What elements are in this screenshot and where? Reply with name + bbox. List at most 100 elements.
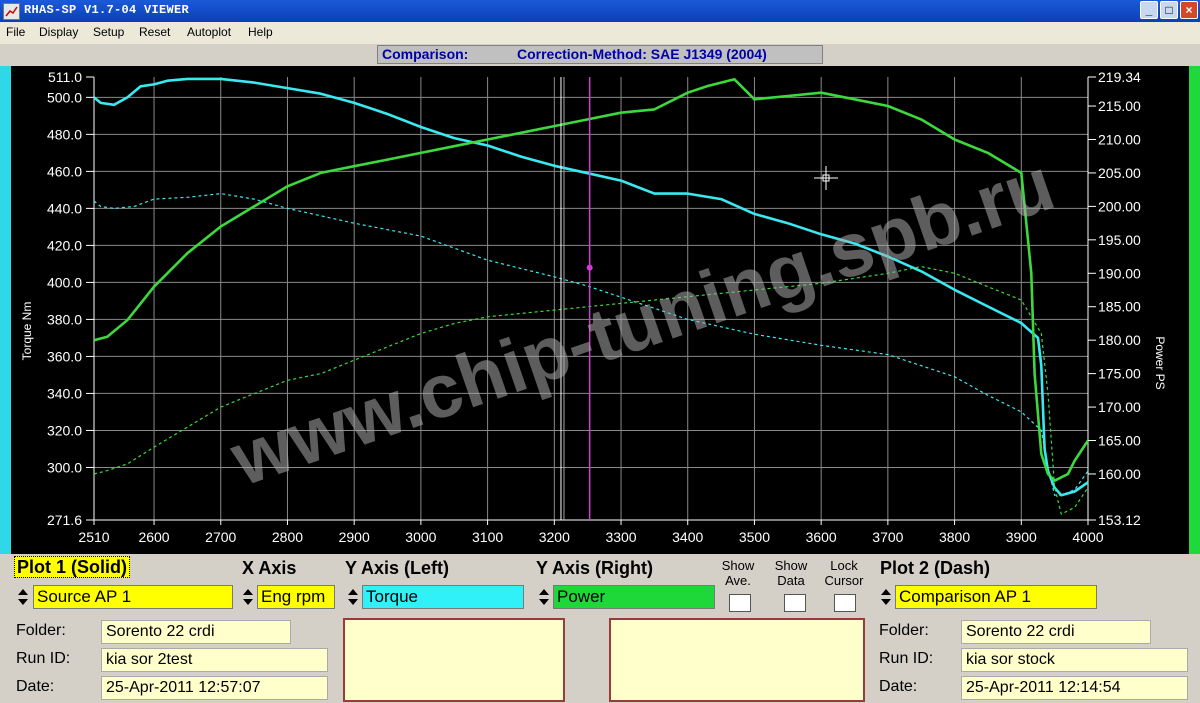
left-axis-strip bbox=[0, 66, 11, 554]
dyno-chart[interactable]: 2510 2600 2700 2800 2900 3000 3100 3200 3300 3400… bbox=[11, 66, 1189, 554]
lock-cursor-label: Lock Cursor bbox=[824, 558, 864, 588]
plot1-source-select[interactable]: Source AP 1 bbox=[33, 585, 233, 609]
x-axis-header: X Axis bbox=[242, 558, 297, 578]
x-tick-label: 3700 bbox=[872, 529, 903, 545]
y-axis-left-spinner[interactable] bbox=[345, 585, 361, 609]
plot2-spinner[interactable] bbox=[878, 585, 894, 609]
x-tick-label: 3300 bbox=[605, 529, 636, 545]
x-tick-label: 3900 bbox=[1006, 529, 1037, 545]
correction-method: Correction-Method: SAE J1349 (2004) bbox=[517, 46, 767, 62]
y-left-axis-label: Torque Nm bbox=[20, 302, 34, 361]
menu-bar: File Display Setup Reset Autoplot Help bbox=[0, 22, 1200, 44]
y-right-tick-label: 165.00 bbox=[1098, 433, 1141, 449]
x-tick-label: 2600 bbox=[138, 529, 169, 545]
x-tick-label: 3400 bbox=[672, 529, 703, 545]
x-tick-label: 3000 bbox=[405, 529, 436, 545]
menu-setup[interactable]: Setup bbox=[93, 25, 124, 39]
y-right-tick-label: 170.00 bbox=[1098, 399, 1141, 415]
plot2-runid-label: Run ID: bbox=[879, 650, 934, 667]
x-tick-label: 2700 bbox=[205, 529, 236, 545]
y-right-tick-label: 200.00 bbox=[1098, 198, 1141, 214]
plot1-notes-box[interactable] bbox=[343, 618, 565, 702]
menu-file[interactable]: File bbox=[6, 25, 25, 39]
y-left-tick-label: 360.0 bbox=[47, 348, 82, 364]
y-left-tick-label: 380.0 bbox=[47, 311, 82, 327]
y-right-tick-label: 185.00 bbox=[1098, 299, 1141, 315]
plot2-date-field[interactable]: 25-Apr-2011 12:14:54 bbox=[961, 676, 1188, 700]
close-button[interactable]: × bbox=[1180, 1, 1198, 19]
plot1-date-field[interactable]: 25-Apr-2011 12:57:07 bbox=[101, 676, 328, 700]
control-panel: Plot 1 (Solid) X Axis Y Axis (Left) Y Ax… bbox=[0, 554, 1200, 703]
plot2-folder-field[interactable]: Sorento 22 crdi bbox=[961, 620, 1151, 644]
menu-reset[interactable]: Reset bbox=[139, 25, 170, 39]
y-right-tick-label: 205.00 bbox=[1098, 165, 1141, 181]
x-axis-spinner[interactable] bbox=[240, 585, 256, 609]
y-left-tick-label: 440.0 bbox=[47, 200, 82, 216]
y-axis-right-select[interactable]: Power bbox=[553, 585, 715, 609]
y-axis-left-header: Y Axis (Left) bbox=[345, 558, 450, 578]
y-axis-right-spinner[interactable] bbox=[536, 585, 552, 609]
y-right-tick-label: 190.00 bbox=[1098, 265, 1141, 281]
marker-point bbox=[586, 264, 593, 271]
plot2-date-label: Date: bbox=[879, 678, 918, 695]
x-tick-label: 3200 bbox=[539, 529, 570, 545]
comparison-label: Comparison: bbox=[382, 46, 469, 62]
y-right-axis-label: Power PS bbox=[1153, 336, 1167, 389]
plot2-notes-box[interactable] bbox=[609, 618, 865, 702]
y-left-tick-label: 271.6 bbox=[47, 512, 82, 528]
x-tick-label: 3600 bbox=[806, 529, 837, 545]
y-axis-left-select[interactable]: Torque bbox=[362, 585, 524, 609]
plot1-header: Plot 1 (Solid) bbox=[14, 556, 130, 578]
x-tick-label: 3800 bbox=[939, 529, 970, 545]
show-ave-label: Show Ave. bbox=[721, 558, 755, 588]
x-tick-label: 2900 bbox=[339, 529, 370, 545]
plot2-header: Plot 2 (Dash) bbox=[880, 558, 991, 578]
title-bar: RHAS-SP V1.7-04 VIEWER _ □ × bbox=[0, 0, 1200, 22]
y-left-tick-label: 400.0 bbox=[47, 274, 82, 290]
show-data-label: Show Data bbox=[774, 558, 808, 588]
y-left-tick-label: 480.0 bbox=[47, 126, 82, 142]
y-right-tick-label: 195.00 bbox=[1098, 232, 1141, 248]
y-left-tick-label: 460.0 bbox=[47, 163, 82, 179]
show-data-checkbox[interactable] bbox=[784, 594, 806, 612]
plot1-spinner[interactable] bbox=[15, 585, 31, 609]
x-tick-label: 4000 bbox=[1072, 529, 1103, 545]
y-left-tick-label: 420.0 bbox=[47, 237, 82, 253]
maximize-button[interactable]: □ bbox=[1160, 1, 1178, 19]
y-left-tick-label: 320.0 bbox=[47, 422, 82, 438]
plot1-date-label: Date: bbox=[16, 678, 55, 695]
x-tick-label: 2510 bbox=[78, 529, 109, 545]
plot1-folder-field[interactable]: Sorento 22 crdi bbox=[101, 620, 291, 644]
right-axis-strip bbox=[1189, 66, 1200, 554]
y-left-tick-label: 500.0 bbox=[47, 89, 82, 105]
y-right-tick-label: 215.00 bbox=[1098, 98, 1141, 114]
app-chart-icon bbox=[3, 3, 20, 20]
y-left-tick-label: 340.0 bbox=[47, 385, 82, 401]
y-left-tick-label: 300.0 bbox=[47, 459, 82, 475]
y-right-tick-label: 180.00 bbox=[1098, 332, 1141, 348]
y-right-tick-label: 153.12 bbox=[1098, 512, 1141, 528]
y-axis-right-header: Y Axis (Right) bbox=[536, 558, 654, 578]
y-right-tick-label: 160.00 bbox=[1098, 466, 1141, 482]
comparison-banner: Comparison: Correction-Method: SAE J1349… bbox=[377, 45, 823, 64]
x-axis-select[interactable]: Eng rpm bbox=[257, 585, 335, 609]
lock-cursor-checkbox[interactable] bbox=[834, 594, 856, 612]
plot1-folder-label: Folder: bbox=[16, 622, 66, 639]
x-tick-label: 3500 bbox=[739, 529, 770, 545]
y-right-tick-label: 175.00 bbox=[1098, 366, 1141, 382]
plot2-folder-label: Folder: bbox=[879, 622, 929, 639]
y-right-tick-label: 210.00 bbox=[1098, 131, 1141, 147]
plot1-runid-label: Run ID: bbox=[16, 650, 71, 667]
y-right-tick-label: 219.34 bbox=[1098, 69, 1141, 85]
minimize-button[interactable]: _ bbox=[1140, 1, 1158, 19]
show-ave-checkbox[interactable] bbox=[729, 594, 751, 612]
menu-autoplot[interactable]: Autoplot bbox=[187, 25, 231, 39]
y-left-tick-label: 511.0 bbox=[48, 69, 82, 85]
menu-help[interactable]: Help bbox=[248, 25, 273, 39]
menu-display[interactable]: Display bbox=[39, 25, 78, 39]
plot2-runid-field[interactable]: kia sor stock bbox=[961, 648, 1188, 672]
plot2-source-select[interactable]: Comparison AP 1 bbox=[895, 585, 1097, 609]
x-tick-label: 2800 bbox=[272, 529, 303, 545]
plot1-runid-field[interactable]: kia sor 2test bbox=[101, 648, 328, 672]
x-tick-label: 3100 bbox=[472, 529, 503, 545]
